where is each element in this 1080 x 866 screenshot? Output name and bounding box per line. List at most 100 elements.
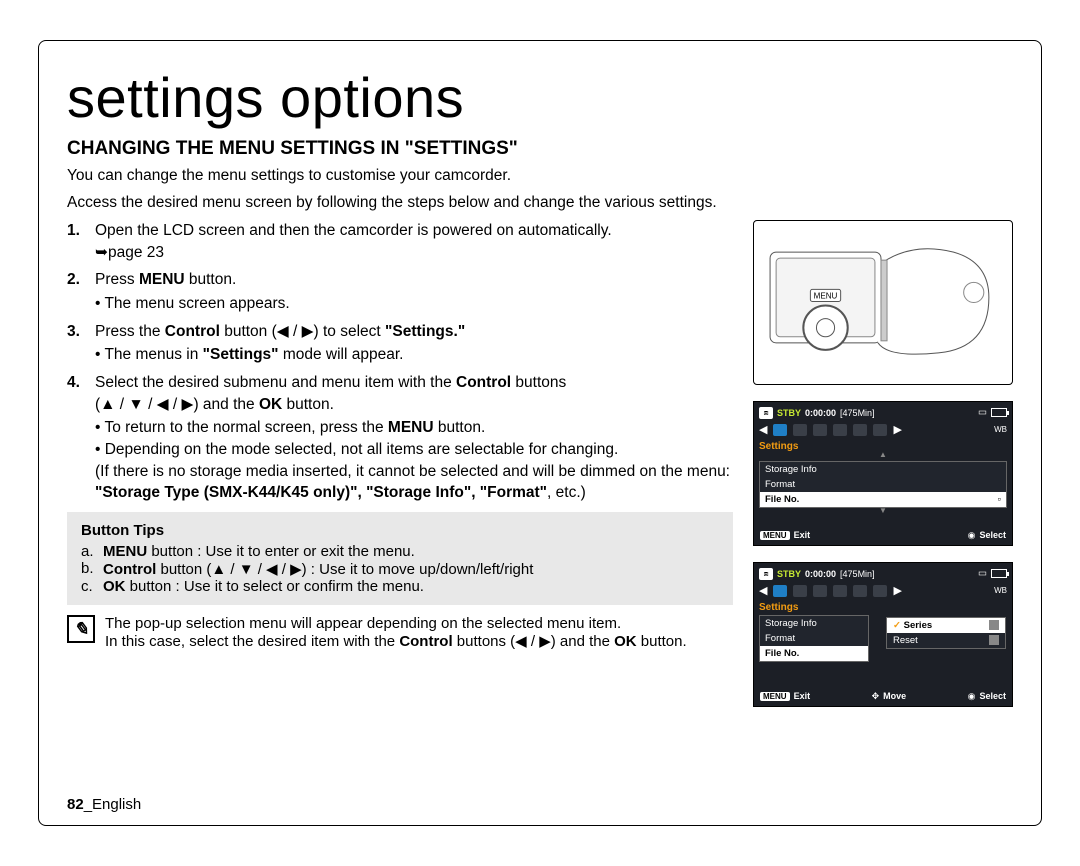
step-2-sub: The menu screen appears. [95,293,733,315]
right-column: MENU ⧈ STBY 0:00:00 [475Min] ▭ [753,220,1013,707]
step-4-sub2: Depending on the mode selected, not all … [105,441,619,458]
lcd1-stby: STBY [777,408,801,418]
button-tips-heading: Button Tips [81,522,719,539]
step-1-number: 1. [67,220,95,263]
tip-a-bold: MENU [103,543,147,560]
card-icon: ▭ [978,568,987,579]
tab-icon [853,585,867,597]
tab-icon [833,424,847,436]
tab-icon [833,585,847,597]
step-4-sub3-bold: "Storage Type (SMX-K44/K45 only)", "Stor… [95,484,547,501]
section-title: CHANGING THE MENU SETTINGS IN "SETTINGS" [67,138,1013,160]
step-3-pre: Press the [95,323,165,340]
lcd2-stby: STBY [777,569,801,579]
left-column: 1. Open the LCD screen and then the camc… [67,220,733,707]
step-2-text-post: button. [185,271,237,288]
battery-icon [991,408,1007,417]
step-4-sub1-post: button. [434,419,486,436]
intro-1: You can change the menu settings to cust… [67,166,1013,187]
tab-icon [793,424,807,436]
lcd2-settings-label: Settings [759,602,1007,613]
step-4-line2-post: button. [282,396,334,413]
step-3-sub-pre: The menus in [104,346,202,363]
lcd1-item-1: Format [760,477,1006,492]
lcd1-item-0: Storage Info [760,462,1006,477]
tab-icon-selected [773,585,787,597]
content-row: 1. Open the LCD screen and then the camc… [67,220,1013,707]
lcd2-remain: [475Min] [840,569,875,579]
button-tips-box: Button Tips a.MENU button : Use it to en… [67,512,733,605]
step-3-bold2: "Settings." [385,323,465,340]
reset-icon [989,635,999,645]
tip-c-bold: OK [103,578,126,595]
note-icon: ✎ [67,615,95,643]
lcd1-item-2-highlight: File No.▫ [760,492,1006,507]
note-line2-pre: In this case, select the desired item wi… [105,633,399,650]
tab-icon [873,424,887,436]
step-3-sub-post: mode will appear. [279,346,404,363]
tab-icon [793,585,807,597]
camcorder-illustration: MENU [753,220,1013,385]
step-2-text-pre: Press [95,271,139,288]
steps-list: 1. Open the LCD screen and then the camc… [67,220,733,504]
step-4-sub1-bold: MENU [388,419,434,436]
step-3-mid: button (◀ / ▶) to select [220,323,385,340]
step-3-sub-bold: "Settings" [203,346,279,363]
step-4-post: buttons [511,374,566,391]
lcd2-select: Select [979,691,1006,701]
card-icon: ▭ [978,407,987,418]
page-footer: 82_English [67,796,141,813]
scroll-down-icon: ▼ [759,506,1007,515]
battery-icon [991,569,1007,578]
step-4-pre: Select the desired submenu and menu item… [95,374,456,391]
step-4-bold: Control [456,374,511,391]
camcorder-svg: MENU [762,231,1004,374]
nav-left-icon: ◀ [759,584,767,597]
tip-b-label: b. [81,560,103,578]
lcd-screenshot-1: ⧈ STBY 0:00:00 [475Min] ▭ ◀ ▶ [753,401,1013,546]
lcd2-time: 0:00:00 [805,569,836,579]
step-4-sub3-pre: (If there is no storage media inserted, … [95,463,730,480]
lcd2-left-0: Storage Info [760,616,868,631]
lcd1-menu-pill: MENU [760,531,790,540]
lcd2-left-list: Storage Info Format File No. [759,615,869,662]
step-4-line2-bold: OK [259,396,282,413]
tab-icon [853,424,867,436]
note-line2-bold1: Control [399,633,452,650]
tip-a-label: a. [81,543,103,560]
lcd2-left-2-highlight: File No. [760,646,868,661]
intro-2: Access the desired menu screen by follow… [67,193,1013,214]
lcd1-exit: Exit [794,530,811,540]
tip-c-post: button : Use it to select or confirm the… [126,578,424,595]
nav-right-icon: ▶ [893,423,901,436]
camcorder-icon: ⧈ [759,407,773,419]
tip-b-post: button (▲ / ▼ / ◀ / ▶) : Use it to move … [156,561,533,578]
series-icon [989,620,999,630]
step-3-bold1: Control [165,323,220,340]
wb-icon: WB [994,425,1007,434]
lcd2-sub-1: Reset [887,633,1005,648]
lcd2-sub-0-highlight: Series [887,618,1005,633]
page-title: settings options [67,65,1013,130]
lcd2-menu-pill: MENU [760,692,790,701]
page-number: 82 [67,796,84,813]
step-4-sub1-pre: To return to the normal screen, press th… [104,419,387,436]
lcd1-time: 0:00:00 [805,408,836,418]
lcd-screenshot-2: ⧈ STBY 0:00:00 [475Min] ▭ ◀ ▶ [753,562,1013,707]
tab-icon-selected [773,424,787,436]
lcd1-remain: [475Min] [840,408,875,418]
camcorder-icon: ⧈ [759,568,773,580]
note-line2-mid: buttons (◀ / ▶) and the [453,633,614,650]
lcd2-exit: Exit [794,691,811,701]
step-4-sub3-post: , etc.) [547,484,586,501]
step-1-pageref: ➥page 23 [95,244,164,261]
nav-left-icon: ◀ [759,423,767,436]
tip-b-bold: Control [103,561,156,578]
step-1-text: Open the LCD screen and then the camcord… [95,222,612,239]
note-row: ✎ The pop-up selection menu will appear … [67,615,733,650]
page-lang: _English [84,796,142,813]
tip-a-post: button : Use it to enter or exit the men… [147,543,415,560]
lcd1-menu-list: Storage Info Format File No.▫ [759,461,1007,508]
tab-icon [813,585,827,597]
note-line1: The pop-up selection menu will appear de… [105,615,687,632]
